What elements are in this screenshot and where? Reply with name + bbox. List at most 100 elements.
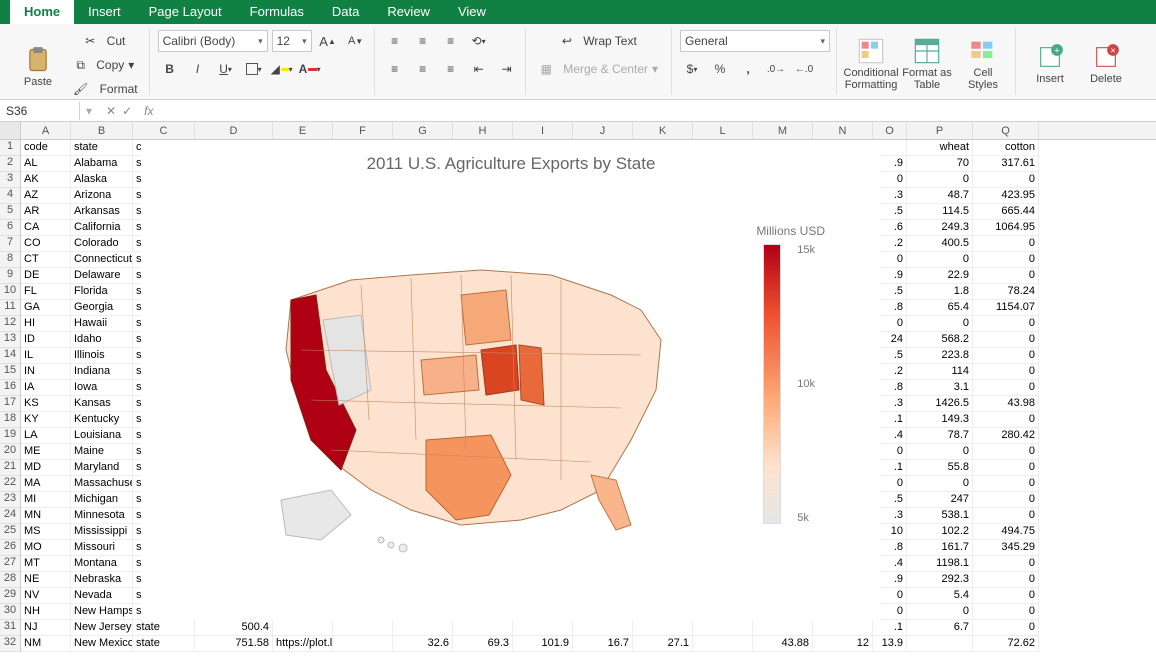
cell[interactable]: Maine (71, 444, 133, 460)
cell[interactable]: MD (21, 460, 71, 476)
row-header[interactable]: 29 (0, 588, 20, 604)
cell[interactable] (393, 620, 453, 636)
cell[interactable]: AL (21, 156, 71, 172)
cell[interactable] (813, 620, 873, 636)
cell[interactable]: 0 (973, 252, 1039, 268)
font-color-button[interactable]: A▾ (298, 58, 322, 80)
cell[interactable]: IL (21, 348, 71, 364)
cell[interactable]: MN (21, 508, 71, 524)
cell[interactable]: Delaware (71, 268, 133, 284)
border-button[interactable]: ▾ (242, 58, 266, 80)
row-header[interactable]: 31 (0, 620, 20, 636)
cell[interactable]: .1 (873, 620, 907, 636)
cell[interactable]: Maryland (71, 460, 133, 476)
name-box-dropdown[interactable]: ▾ (80, 104, 98, 118)
cell[interactable]: state (133, 620, 195, 636)
cell[interactable]: Illinois (71, 348, 133, 364)
row-header[interactable]: 11 (0, 300, 20, 316)
col-header-I[interactable]: I (513, 122, 573, 139)
cell[interactable]: 16.7 (573, 636, 633, 652)
cell[interactable]: 114 (907, 364, 973, 380)
comma-button[interactable]: , (736, 58, 760, 80)
cell[interactable]: KS (21, 396, 71, 412)
cell[interactable]: 223.8 (907, 348, 973, 364)
cell[interactable]: 247 (907, 492, 973, 508)
cell[interactable]: 27.1 (633, 636, 693, 652)
cell[interactable]: Nevada (71, 588, 133, 604)
row-header[interactable]: 10 (0, 284, 20, 300)
cell[interactable]: 0 (973, 588, 1039, 604)
cell[interactable]: 32.6 (393, 636, 453, 652)
cell[interactable]: Missouri (71, 540, 133, 556)
row-header[interactable]: 27 (0, 556, 20, 572)
row-header[interactable]: 17 (0, 396, 20, 412)
row-header[interactable]: 22 (0, 476, 20, 492)
row-header[interactable]: 21 (0, 460, 20, 476)
cell[interactable]: 0 (973, 348, 1039, 364)
cell[interactable]: 78.7 (907, 428, 973, 444)
decrease-indent-button[interactable]: ⇤ (467, 58, 491, 80)
cell[interactable]: ME (21, 444, 71, 460)
underline-button[interactable]: U▾ (214, 58, 238, 80)
cell[interactable]: Massachusetts (71, 476, 133, 492)
cell[interactable]: Kansas (71, 396, 133, 412)
cell[interactable]: code (21, 140, 71, 156)
col-header-O[interactable]: O (873, 122, 907, 139)
cell[interactable]: 0 (973, 556, 1039, 572)
cancel-formula-icon[interactable]: ✕ (106, 104, 116, 118)
font-family-select[interactable]: Calibri (Body)▾ (158, 30, 268, 52)
tab-page-layout[interactable]: Page Layout (135, 0, 236, 24)
cell[interactable] (693, 620, 753, 636)
paste-button[interactable]: Paste (12, 35, 64, 95)
cell[interactable]: 6.7 (907, 620, 973, 636)
cell[interactable]: 423.95 (973, 188, 1039, 204)
cell[interactable]: Alaska (71, 172, 133, 188)
cell[interactable]: NH (21, 604, 71, 620)
align-left-button[interactable]: ≡ (383, 58, 407, 80)
align-right-button[interactable]: ≡ (439, 58, 463, 80)
cell[interactable]: state (71, 140, 133, 156)
cell[interactable]: MA (21, 476, 71, 492)
format-as-table-button[interactable]: Format as Table (901, 30, 953, 94)
cell[interactable]: 345.29 (973, 540, 1039, 556)
increase-decimal-button[interactable]: .0→ (764, 58, 788, 80)
cell[interactable]: Arkansas (71, 204, 133, 220)
conditional-formatting-button[interactable]: Conditional Formatting (845, 30, 897, 94)
row-header[interactable]: 24 (0, 508, 20, 524)
cell[interactable]: Nebraska (71, 572, 133, 588)
insert-cells-button[interactable]: + Insert (1024, 30, 1076, 94)
tab-view[interactable]: View (444, 0, 500, 24)
cell[interactable]: wheat (907, 140, 973, 156)
row-header[interactable]: 30 (0, 604, 20, 620)
cell[interactable]: 1.8 (907, 284, 973, 300)
cell[interactable]: 72.62 (973, 636, 1039, 652)
col-header-Q[interactable]: Q (973, 122, 1039, 139)
cell[interactable]: 22.9 (907, 268, 973, 284)
col-header-M[interactable]: M (753, 122, 813, 139)
cell[interactable]: cotton (973, 140, 1039, 156)
cell[interactable]: MS (21, 524, 71, 540)
tab-review[interactable]: Review (373, 0, 444, 24)
orientation-button[interactable]: ⟲▾ (467, 30, 491, 52)
format-painter-button[interactable]: 🖌 Format (68, 78, 143, 100)
row-header[interactable]: 7 (0, 236, 20, 252)
row-header[interactable]: 3 (0, 172, 20, 188)
col-header-J[interactable]: J (573, 122, 633, 139)
row-header[interactable]: 9 (0, 268, 20, 284)
col-header-H[interactable]: H (453, 122, 513, 139)
cell[interactable]: 70 (907, 156, 973, 172)
delete-cells-button[interactable]: × Delete (1080, 30, 1132, 94)
cell[interactable]: Idaho (71, 332, 133, 348)
cell[interactable]: 0 (973, 572, 1039, 588)
cell[interactable]: 0 (907, 252, 973, 268)
cell-styles-button[interactable]: Cell Styles (957, 30, 1009, 94)
cell[interactable]: Alabama (71, 156, 133, 172)
cell[interactable]: Florida (71, 284, 133, 300)
cell[interactable]: 0 (907, 172, 973, 188)
cell[interactable]: MT (21, 556, 71, 572)
cell[interactable]: NJ (21, 620, 71, 636)
row-header[interactable]: 8 (0, 252, 20, 268)
cell[interactable]: 101.9 (513, 636, 573, 652)
cell[interactable]: DE (21, 268, 71, 284)
decrease-decimal-button[interactable]: ←.0 (792, 58, 816, 80)
